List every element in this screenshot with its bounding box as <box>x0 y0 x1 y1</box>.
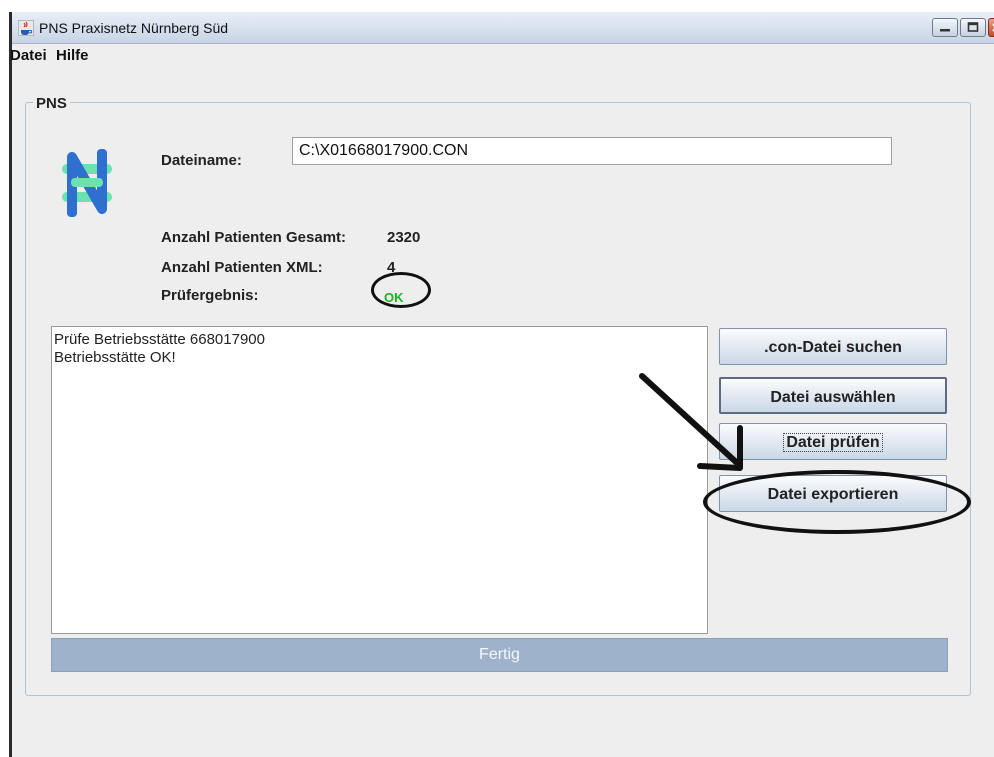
close-icon <box>992 23 994 32</box>
title-bar[interactable]: PNS Praxisnetz Nürnberg Süd <box>12 12 994 44</box>
dateiname-field[interactable] <box>292 137 892 165</box>
status-progress-bar: Fertig <box>51 638 948 672</box>
window-title: PNS Praxisnetz Nürnberg Süd <box>39 20 229 36</box>
patienten-gesamt-label: Anzahl Patienten Gesamt: <box>161 229 347 246</box>
menu-bar: Datei Hilfe <box>10 44 994 67</box>
menu-hilfe[interactable]: Hilfe <box>56 47 89 64</box>
pruefergebnis-label: Prüfergebnis: <box>161 287 259 304</box>
java-cup-icon <box>18 20 34 36</box>
patienten-gesamt-value: 2320 <box>387 229 421 246</box>
patienten-xml-label: Anzahl Patienten XML: <box>161 259 323 276</box>
maximize-icon <box>967 22 979 32</box>
maximize-button[interactable] <box>960 18 986 37</box>
minimize-icon <box>940 29 950 32</box>
dateiname-label: Dateiname: <box>161 152 242 169</box>
annotation-arrow-icon <box>639 373 743 471</box>
con-datei-suchen-button[interactable]: .con-Datei suchen <box>719 328 947 365</box>
ok-annotation-circle <box>371 272 431 308</box>
menu-datei[interactable]: Datei <box>10 47 47 64</box>
log-line: Prüfe Betriebsstätte 668017900 <box>54 331 265 348</box>
minimize-button[interactable] <box>932 18 958 37</box>
log-line: Betriebsstätte OK! <box>54 349 176 366</box>
log-textarea[interactable]: Prüfe Betriebsstätte 668017900 Betriebss… <box>51 326 708 634</box>
datei-pruefen-label: Datei prüfen <box>783 433 883 452</box>
panel-title: PNS <box>33 95 70 112</box>
close-button[interactable] <box>988 18 994 37</box>
pns-logo-icon <box>62 149 112 217</box>
